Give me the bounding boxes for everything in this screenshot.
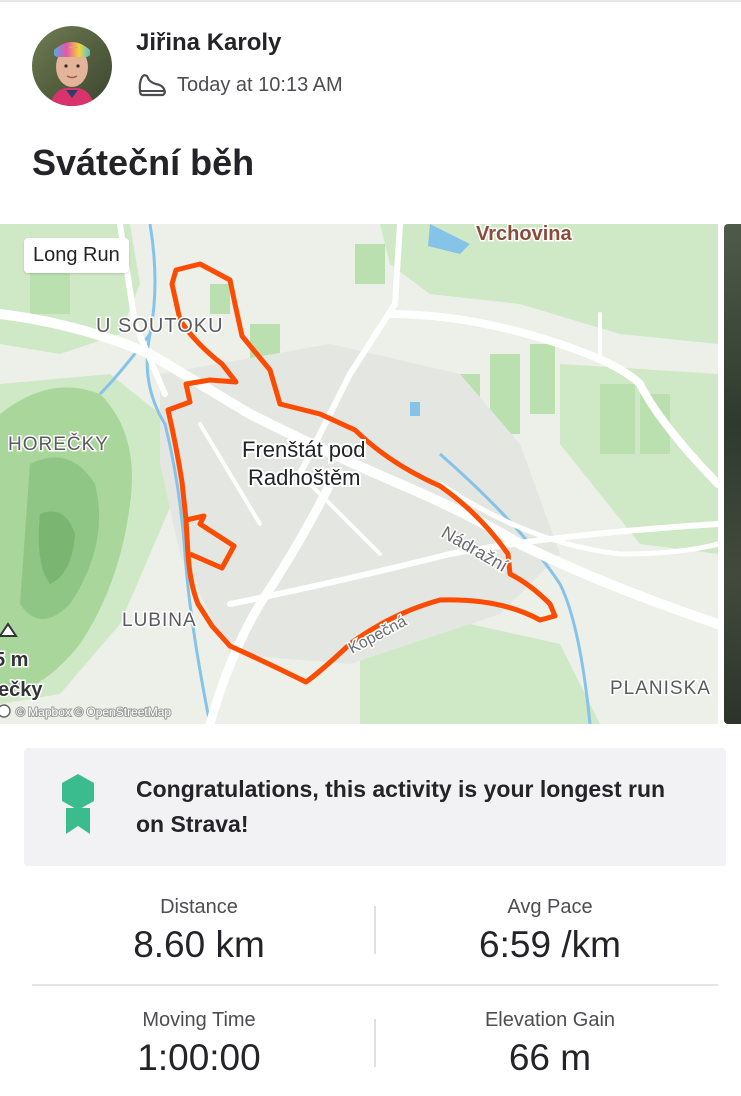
activity-header: Jiřina Karoly Today at 10:13 AM <box>32 26 712 106</box>
map-label-horecky: HOREČKY <box>8 433 109 455</box>
map-label-lubina: LUBINA <box>122 610 197 631</box>
stat-avg-pace: Avg Pace 6:59 /km <box>375 892 725 968</box>
stat-moving-time: Moving Time 1:00:00 <box>24 1005 374 1081</box>
medal-icon <box>58 772 98 842</box>
activity-timestamp: Today at 10:13 AM <box>177 73 343 96</box>
athlete-name[interactable]: Jiřina Karoly <box>136 29 281 57</box>
activity-title[interactable]: Sváteční běh <box>32 142 254 184</box>
map-label-u-soutoku: U SOUTOKU <box>96 315 224 337</box>
stat-value: 8.60 km <box>133 924 265 965</box>
map-label-vrchovina: Vrchovina <box>476 224 572 245</box>
activity-meta: Today at 10:13 AM <box>136 70 343 100</box>
stat-label: Elevation Gain <box>484 1009 616 1031</box>
stat-value: 66 m <box>508 1037 592 1078</box>
stat-label: Avg Pace <box>507 896 593 918</box>
stat-value: 6:59 /km <box>479 924 621 965</box>
stat-label: Moving Time <box>142 1009 256 1031</box>
achievement-text: Congratulations, this activity is your l… <box>136 776 666 837</box>
map-label-peak-elev: 5 m <box>0 649 28 671</box>
map-attribution: © Mapbox © OpenStreetMap <box>16 705 171 719</box>
shoe-icon <box>136 71 168 99</box>
map-label-peak-name: ečky <box>0 679 43 701</box>
avatar[interactable] <box>32 26 112 106</box>
mapbox-logo-icon[interactable] <box>0 704 11 718</box>
stat-value: 1:00:00 <box>137 1037 261 1078</box>
top-divider <box>0 0 741 2</box>
stats-grid: Distance 8.60 km Avg Pace 6:59 /km Movin… <box>0 880 741 1096</box>
map-label-town-2: Radhoštěm <box>248 465 361 490</box>
map-label-town-1: Frenštát pod <box>242 437 366 462</box>
stat-distance: Distance 8.60 km <box>24 892 374 968</box>
map-canvas: Vrchovina U SOUTOKU HOREČKY Frenštát pod… <box>0 224 718 724</box>
stat-label: Distance <box>160 896 238 918</box>
map-label-planiska: PLANISKA <box>610 678 711 699</box>
achievement-banner[interactable]: Congratulations, this activity is your l… <box>24 748 726 866</box>
route-map[interactable]: Vrchovina U SOUTOKU HOREČKY Frenštát pod… <box>0 224 718 724</box>
pond-small <box>410 402 420 416</box>
next-photo-peek[interactable] <box>724 224 741 724</box>
stat-elevation-gain: Elevation Gain 66 m <box>375 1005 725 1081</box>
stats-row-divider <box>32 984 718 986</box>
activity-type-badge: Long Run <box>24 238 129 273</box>
